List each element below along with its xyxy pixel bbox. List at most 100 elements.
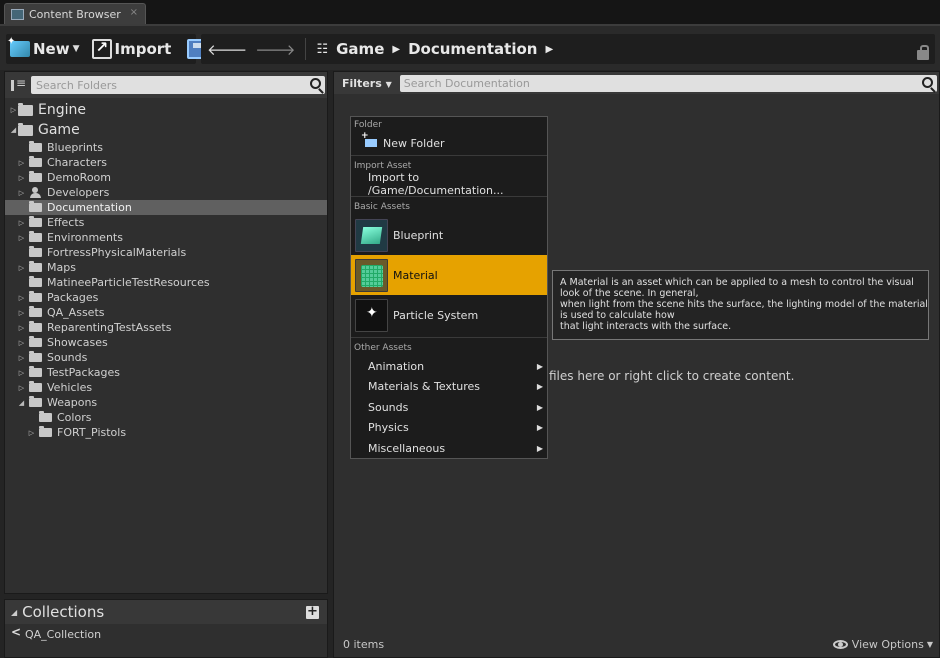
lock-icon[interactable] — [917, 45, 929, 60]
collection-item[interactable]: QA_Collection — [5, 624, 327, 644]
divider — [351, 337, 547, 338]
collections-header[interactable]: ◢ Collections + — [5, 600, 327, 624]
folder-icon — [29, 171, 42, 182]
menu-item-blueprint[interactable]: Blueprint — [351, 215, 547, 255]
tree-item-fort-pistols[interactable]: ▷ FORT_Pistols — [5, 425, 327, 440]
close-icon[interactable]: × — [130, 7, 138, 18]
empty-hint-text: files here or right click to create cont… — [549, 369, 795, 383]
tree-item-vehicles[interactable]: ▷ Vehicles — [5, 380, 327, 395]
expand-arrow-icon[interactable]: ▷ — [27, 429, 36, 437]
folder-icon — [39, 426, 52, 437]
folder-icon — [29, 276, 42, 287]
tree-item-packages[interactable]: ▷ Packages — [5, 290, 327, 305]
breadcrumb-separator-icon[interactable]: ▶ — [388, 44, 404, 55]
expand-arrow-icon[interactable]: ▷ — [17, 294, 26, 302]
caret-down-icon: ▼ — [385, 79, 392, 89]
menu-item-animation[interactable]: Animation ▶ — [351, 356, 547, 377]
tree-label: ReparentingTestAssets — [47, 321, 172, 334]
expand-arrow-icon[interactable]: ▷ — [17, 309, 26, 317]
expand-arrow-icon[interactable]: ▷ — [17, 339, 26, 347]
tree-item-engine[interactable]: ▷ Engine — [5, 100, 327, 120]
menu-item-label: Animation — [368, 359, 425, 373]
back-arrow-icon[interactable]: 🡐 — [203, 40, 251, 59]
tab-bar: Content Browser × — [0, 0, 940, 24]
path-list-icon[interactable]: ☷ — [312, 42, 332, 57]
tree-item-fortressphysicalmaterials[interactable]: FortressPhysicalMaterials — [5, 245, 327, 260]
tree-item-effects[interactable]: ▷ Effects — [5, 215, 327, 230]
expand-arrow-icon[interactable]: ▷ — [17, 219, 26, 227]
collapse-arrow-icon[interactable]: ◢ — [17, 399, 26, 407]
import-icon — [91, 38, 112, 59]
tree-item-documentation[interactable]: Documentation — [5, 200, 327, 215]
tree-item-sounds[interactable]: ▷ Sounds — [5, 350, 327, 365]
tree-label: Colors — [57, 411, 92, 424]
expand-arrow-icon[interactable]: ▷ — [9, 106, 18, 114]
folder-icon — [29, 231, 42, 242]
asset-search-box[interactable] — [399, 74, 937, 92]
folder-search-row — [5, 72, 327, 98]
expand-arrow-icon[interactable]: ▷ — [17, 174, 26, 182]
tree-item-demoroom[interactable]: ▷ DemoRoom — [5, 170, 327, 185]
new-folder-icon — [361, 131, 377, 147]
expand-arrow-icon[interactable]: ▷ — [17, 354, 26, 362]
tree-item-reparentingtestassets[interactable]: ▷ ReparentingTestAssets — [5, 320, 327, 335]
menu-item-new-folder[interactable]: New Folder — [351, 131, 547, 153]
expand-arrow-icon[interactable]: ▷ — [17, 369, 26, 377]
tree-item-qa-assets[interactable]: ▷ QA_Assets — [5, 305, 327, 320]
view-options-button[interactable]: View Options ▼ — [832, 638, 933, 651]
folder-search-input[interactable] — [36, 78, 325, 92]
search-icon[interactable] — [922, 76, 933, 88]
breadcrumb-game[interactable]: Game — [332, 40, 388, 58]
tree-item-colors[interactable]: Colors — [5, 410, 327, 425]
asset-search-input[interactable] — [403, 76, 937, 90]
expand-arrow-icon[interactable]: ▷ — [17, 159, 26, 167]
tree-item-weapons[interactable]: ◢ Weapons — [5, 395, 327, 410]
tree-item-showcases[interactable]: ▷ Showcases — [5, 335, 327, 350]
search-icon[interactable] — [310, 78, 321, 89]
folder-icon — [29, 366, 42, 377]
menu-item-miscellaneous[interactable]: Miscellaneous ▶ — [351, 438, 547, 459]
tree-item-blueprints[interactable]: Blueprints — [5, 140, 327, 155]
new-button[interactable]: New ▼ — [6, 34, 84, 64]
folder-icon — [18, 102, 33, 116]
add-collection-button[interactable]: + — [306, 605, 319, 619]
tree-label: FORT_Pistols — [57, 426, 127, 439]
tree-item-maps[interactable]: ▷ Maps — [5, 260, 327, 275]
breadcrumb-documentation[interactable]: Documentation — [404, 40, 541, 58]
expand-arrow-icon[interactable]: ▷ — [17, 234, 26, 242]
tree-item-developers[interactable]: ▷ Developers — [5, 185, 327, 200]
tooltip-line: when light from the scene hits the surfa… — [560, 299, 928, 310]
tree-item-game[interactable]: ◢ Game — [5, 120, 327, 140]
tree-label: Blueprints — [47, 141, 103, 154]
tree-label: Environments — [47, 231, 123, 244]
expand-arrow-icon[interactable]: ▷ — [17, 324, 26, 332]
material-icon — [355, 258, 388, 292]
tree-item-environments[interactable]: ▷ Environments — [5, 230, 327, 245]
tab-content-browser[interactable]: Content Browser × — [4, 3, 146, 24]
folder-search-box[interactable] — [31, 76, 325, 94]
expand-arrow-icon[interactable]: ▷ — [17, 384, 26, 392]
folder-open-icon — [18, 122, 33, 136]
collapse-arrow-icon[interactable]: ◢ — [9, 126, 18, 134]
eye-icon — [832, 640, 848, 649]
tree-item-characters[interactable]: ▷ Characters — [5, 155, 327, 170]
breadcrumb-separator-icon[interactable]: ▶ — [541, 44, 557, 55]
forward-arrow-icon[interactable]: 🡒 — [251, 40, 299, 59]
folder-icon — [29, 306, 42, 317]
folder-icon — [29, 291, 42, 302]
menu-item-material[interactable]: Material — [351, 255, 547, 295]
filters-button[interactable]: Filters ▼ — [342, 77, 392, 90]
tree-item-testpackages[interactable]: ▷ TestPackages — [5, 365, 327, 380]
tree-item-matineeparticletestresources[interactable]: MatineeParticleTestResources — [5, 275, 327, 290]
expand-arrow-icon[interactable]: ▷ — [17, 264, 26, 272]
import-button[interactable]: Import — [88, 34, 176, 64]
expand-arrow-icon[interactable]: ▷ — [17, 189, 26, 197]
context-menu: Folder New Folder Import Asset Import to… — [350, 116, 548, 459]
menu-item-import-to[interactable]: Import to /Game/Documentation... — [351, 171, 547, 197]
tree-toggle-icon[interactable] — [11, 76, 26, 91]
collapse-arrow-icon[interactable]: ◢ — [11, 608, 17, 617]
menu-item-materials-textures[interactable]: Materials & Textures ▶ — [351, 377, 547, 398]
menu-item-particle-system[interactable]: Particle System — [351, 295, 547, 335]
menu-item-sounds[interactable]: Sounds ▶ — [351, 397, 547, 418]
menu-item-physics[interactable]: Physics ▶ — [351, 418, 547, 439]
